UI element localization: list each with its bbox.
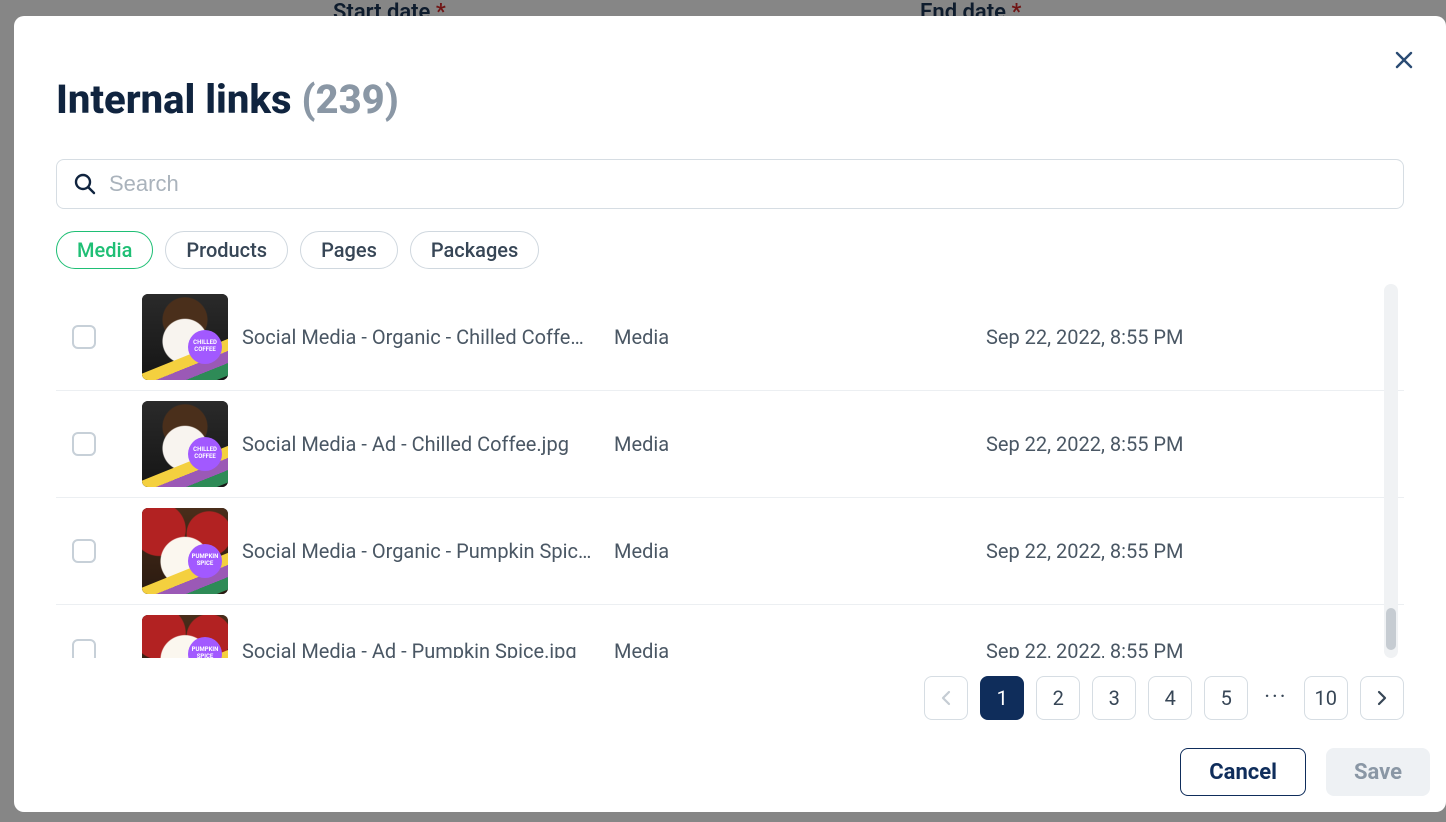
modal-title-row: Internal links (239) (56, 76, 1404, 123)
chevron-left-icon (940, 690, 952, 706)
page-ellipsis: ··· (1260, 685, 1291, 710)
page-prev[interactable] (924, 676, 968, 720)
internal-links-modal: Internal links (239) Media Products Page… (14, 16, 1446, 812)
page-number: 2 (1053, 686, 1064, 710)
thumbnail: CHILLED COFFEE (142, 401, 228, 487)
search-icon (73, 172, 97, 196)
table-row: PUMPKIN SPICE Social Media - Organic - P… (56, 498, 1404, 605)
filter-chips: Media Products Pages Packages (56, 231, 1404, 269)
thumbnail-badge: CHILLED COFFEE (188, 437, 222, 471)
search-input[interactable] (109, 171, 1387, 197)
thumbnail-badge: PUMPKIN SPICE (188, 544, 222, 578)
button-label: Cancel (1209, 760, 1277, 785)
modal-title-count: (239) (301, 76, 398, 123)
thumbnail: PUMPKIN SPICE (142, 508, 228, 594)
close-icon (1395, 51, 1413, 69)
page-2[interactable]: 2 (1036, 676, 1080, 720)
scrollbar[interactable] (1384, 284, 1398, 658)
page-5[interactable]: 5 (1204, 676, 1248, 720)
row-name: Social Media - Organic - Pumpkin Spice.j… (242, 539, 614, 563)
page-number: 10 (1315, 686, 1337, 710)
row-date: Sep 22, 2022, 8:55 PM (986, 325, 1404, 349)
page-number: 4 (1165, 686, 1176, 710)
table-row: CHILLED COFFEE Social Media - Ad - Chill… (56, 391, 1404, 498)
chip-pages[interactable]: Pages (300, 231, 398, 269)
chip-label: Media (77, 238, 132, 262)
row-type: Media (614, 432, 986, 456)
row-name: Social Media - Ad - Pumpkin Spice.jpg (242, 639, 614, 658)
modal-title: Internal links (56, 76, 292, 123)
chip-label: Products (186, 238, 267, 262)
table-row: PUMPKIN SPICE Social Media - Ad - Pumpki… (56, 605, 1404, 658)
scrollbar-thumb[interactable] (1386, 608, 1396, 650)
row-checkbox[interactable] (72, 539, 96, 563)
page-number: 1 (997, 686, 1008, 710)
row-checkbox[interactable] (72, 639, 96, 658)
row-type: Media (614, 639, 986, 658)
table-row: CHILLED COFFEE Social Media - Organic - … (56, 284, 1404, 391)
page-4[interactable]: 4 (1148, 676, 1192, 720)
search-field[interactable] (56, 159, 1404, 209)
thumbnail-badge: CHILLED COFFEE (188, 330, 222, 364)
thumbnail: CHILLED COFFEE (142, 294, 228, 380)
row-date: Sep 22, 2022, 8:55 PM (986, 639, 1404, 658)
chip-products[interactable]: Products (165, 231, 288, 269)
page-number: 5 (1221, 686, 1232, 710)
button-label: Save (1354, 760, 1402, 785)
chip-label: Pages (321, 238, 377, 262)
thumbnail: PUMPKIN SPICE (142, 615, 228, 658)
chip-media[interactable]: Media (56, 231, 153, 269)
pagination: 1 2 3 4 5 ··· 10 (14, 662, 1446, 732)
row-checkbox[interactable] (72, 432, 96, 456)
row-date: Sep 22, 2022, 8:55 PM (986, 539, 1404, 563)
modal-footer: Cancel Save (14, 732, 1446, 812)
row-type: Media (614, 539, 986, 563)
chevron-right-icon (1376, 690, 1388, 706)
chip-label: Packages (431, 238, 518, 262)
row-date: Sep 22, 2022, 8:55 PM (986, 432, 1404, 456)
row-name: Social Media - Organic - Chilled Coffee.… (242, 325, 614, 349)
page-10[interactable]: 10 (1304, 676, 1348, 720)
row-name: Social Media - Ad - Chilled Coffee.jpg (242, 432, 614, 456)
row-type: Media (614, 325, 986, 349)
page-3[interactable]: 3 (1092, 676, 1136, 720)
cancel-button[interactable]: Cancel (1180, 748, 1306, 796)
page-number: 3 (1109, 686, 1120, 710)
page-next[interactable] (1360, 676, 1404, 720)
chip-packages[interactable]: Packages (410, 231, 539, 269)
results-list: CHILLED COFFEE Social Media - Organic - … (56, 283, 1404, 658)
row-checkbox[interactable] (72, 325, 96, 349)
save-button: Save (1326, 748, 1430, 796)
close-button[interactable] (1390, 46, 1418, 74)
page-1[interactable]: 1 (980, 676, 1024, 720)
